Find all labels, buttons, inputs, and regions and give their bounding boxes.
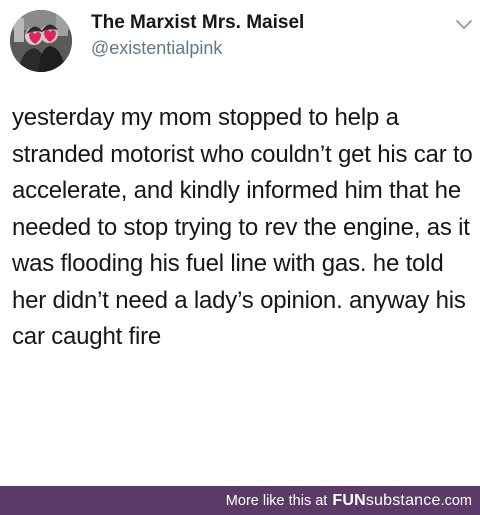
tweet-text: yesterday my mom stopped to help a stran… — [12, 104, 473, 350]
chevron-down-icon[interactable] — [455, 18, 473, 32]
display-name[interactable]: The Marxist Mrs. Maisel — [91, 12, 304, 34]
footer-brand-tld: .com — [440, 492, 472, 509]
footer-brand-bold: FUN — [332, 491, 366, 509]
tweet-card: The Marxist Mrs. Maisel @existentialpink… — [0, 0, 480, 486]
user-handle[interactable]: @existentialpink — [91, 38, 222, 59]
avatar-image — [10, 10, 72, 72]
footer-brand: FUNsubstance — [332, 492, 440, 510]
avatar[interactable] — [10, 10, 72, 72]
watermark-footer[interactable]: More like this at FUNsubstance .com — [0, 486, 480, 515]
footer-brand-rest: substance — [365, 491, 441, 509]
footer-more-label: More like this at — [225, 492, 328, 509]
